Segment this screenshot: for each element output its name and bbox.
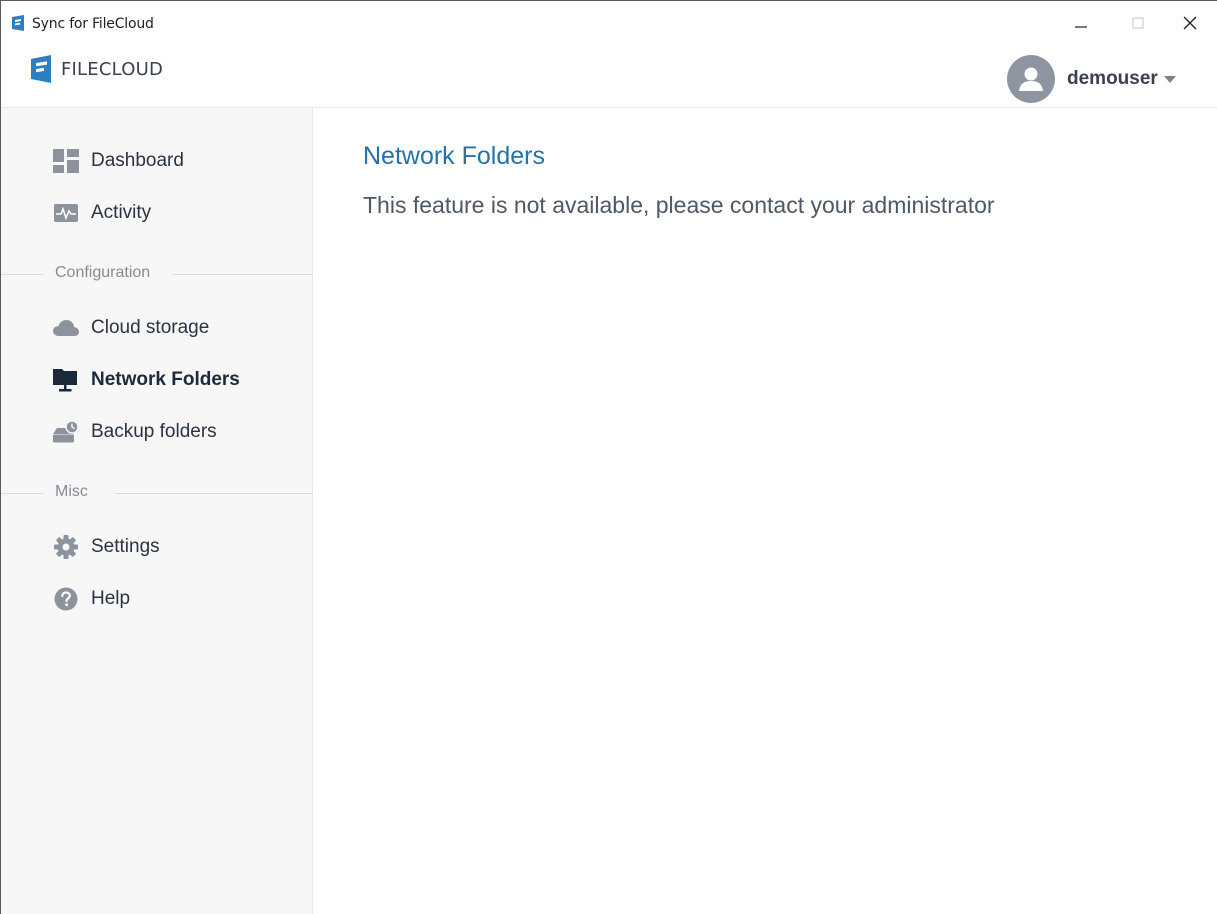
filecloud-logo-icon <box>31 55 51 83</box>
chevron-down-icon[interactable] <box>1163 76 1176 84</box>
divider <box>1 493 43 494</box>
sidebar-item-settings[interactable]: Settings <box>53 532 160 562</box>
sidebar-item-network-folders[interactable]: Network Folders <box>53 365 240 395</box>
dashboard-icon <box>53 148 79 174</box>
cloud-icon <box>53 315 79 341</box>
maximize-icon <box>1132 17 1144 29</box>
divider <box>1 274 43 275</box>
title-bar[interactable]: Sync for FileCloud <box>1 1 1217 46</box>
divider <box>173 274 313 275</box>
app-header: FILECLOUD demouser <box>1 46 1217 108</box>
sidebar-item-label: Activity <box>91 202 152 223</box>
close-icon <box>1183 16 1197 30</box>
brand-logo: FILECLOUD <box>29 55 163 83</box>
minimize-icon <box>1075 26 1087 28</box>
app-icon <box>12 15 24 31</box>
section-label: Misc <box>55 483 98 501</box>
close-button[interactable] <box>1167 7 1213 39</box>
network-folder-icon <box>53 367 79 393</box>
sidebar-item-label: Network Folders <box>91 369 240 390</box>
sidebar-item-label: Help <box>91 588 131 609</box>
section-configuration: Configuration <box>1 264 313 284</box>
divider <box>115 493 313 494</box>
main-content: Network Folders This feature is not avai… <box>314 108 1217 914</box>
window-title: Sync for FileCloud <box>32 16 154 32</box>
section-misc: Misc <box>1 483 313 503</box>
gear-icon <box>53 534 79 560</box>
minimize-button[interactable] <box>1058 7 1104 39</box>
section-label: Configuration <box>55 264 161 282</box>
feature-unavailable-message: This feature is not available, please co… <box>363 192 995 218</box>
user-icon <box>1019 67 1043 91</box>
brand-name: FILECLOUD <box>61 58 164 80</box>
page-title: Network Folders <box>363 142 545 170</box>
sidebar-item-activity[interactable]: Activity <box>53 198 151 228</box>
sidebar-item-backup-folders[interactable]: Backup folders <box>53 417 217 447</box>
maximize-button[interactable] <box>1115 7 1161 39</box>
user-menu[interactable]: demouser <box>1007 55 1176 103</box>
backup-icon <box>53 419 79 445</box>
activity-icon <box>53 200 79 226</box>
sidebar-item-label: Cloud storage <box>91 317 210 338</box>
sidebar: Dashboard Activity Configuration Cloud s… <box>1 108 313 914</box>
sidebar-item-dashboard[interactable]: Dashboard <box>53 146 184 176</box>
app-window: Sync for FileCloud FILECLOUD demouser Da… <box>0 0 1217 914</box>
help-icon <box>53 586 79 612</box>
sidebar-item-label: Backup folders <box>91 421 217 442</box>
sidebar-item-label: Settings <box>91 536 160 557</box>
avatar[interactable] <box>1007 55 1055 103</box>
sidebar-item-cloud-storage[interactable]: Cloud storage <box>53 313 209 343</box>
sidebar-item-help[interactable]: Help <box>53 584 130 614</box>
username[interactable]: demouser <box>1067 68 1158 90</box>
sidebar-item-label: Dashboard <box>91 150 184 171</box>
